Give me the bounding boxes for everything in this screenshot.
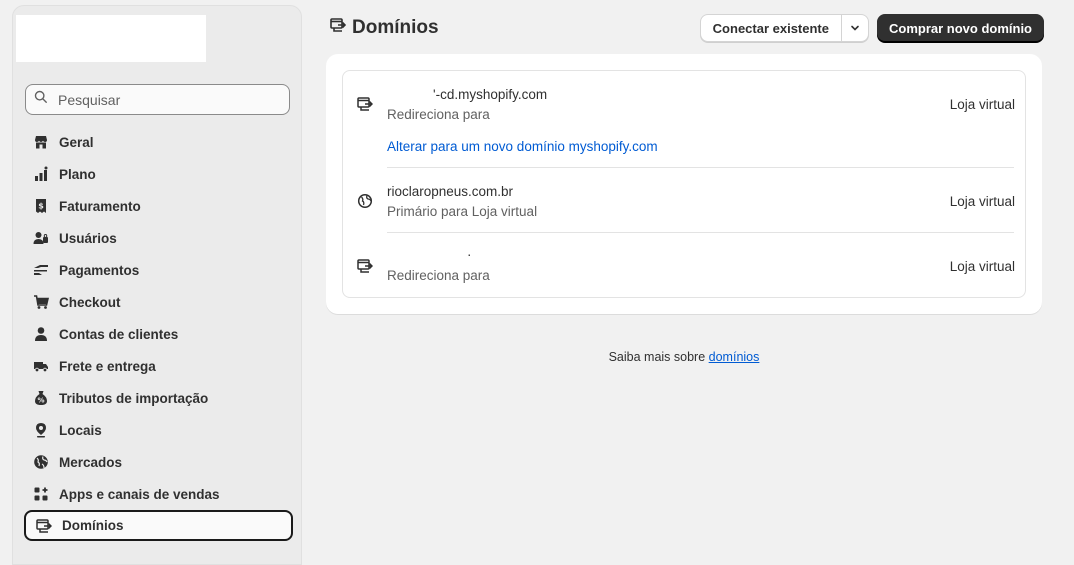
page-title: Domínios	[330, 17, 439, 39]
sidebar-item-apps-e-canais-de-vendas[interactable]: Apps e canais de vendas	[23, 478, 293, 510]
learn-more-note: Saiba mais sobre domínios	[326, 350, 1042, 364]
duties-icon: %	[33, 390, 49, 406]
domain-row[interactable]: '-cd.myshopify.com Redireciona para Loja…	[343, 71, 1027, 168]
chevron-down-icon	[851, 25, 859, 31]
domain-type: Loja virtual	[949, 97, 1015, 112]
search-icon	[34, 90, 48, 109]
domain-row[interactable]: · Redireciona para Loja virtual	[343, 233, 1027, 298]
svg-text:%: %	[37, 397, 44, 405]
domain-type: Loja virtual	[949, 194, 1015, 209]
connect-existing-button[interactable]: Conectar existente	[701, 15, 842, 41]
redirect-icon	[357, 96, 375, 114]
sidebar-item-faturamento[interactable]: $ Faturamento	[23, 190, 293, 222]
sidebar-item-label: Checkout	[59, 294, 121, 310]
store-logo	[16, 15, 206, 62]
change-myshopify-domain-link[interactable]: Alterar para um novo domínio myshopify.c…	[387, 139, 658, 154]
buy-new-domain-button[interactable]: Comprar novo domínio	[877, 14, 1044, 42]
settings-nav: Geral Plano $ Faturamento Usuários Pagam…	[23, 126, 293, 541]
sidebar-item-dominios[interactable]: Domínios	[24, 510, 293, 541]
learn-more-domains-link[interactable]: domínios	[709, 350, 760, 364]
domain-icon	[330, 17, 352, 39]
sidebar-item-label: Domínios	[62, 518, 124, 533]
location-icon	[33, 422, 49, 438]
truck-icon	[33, 358, 49, 374]
billing-icon: $	[33, 198, 49, 214]
sidebar-item-label: Locais	[59, 422, 102, 438]
apps-icon	[33, 486, 49, 502]
header-actions: Conectar existente Comprar novo domínio	[699, 14, 1044, 42]
connect-options-button[interactable]	[842, 15, 868, 41]
domain-name: '-cd.myshopify.com	[433, 87, 548, 102]
sidebar-item-label: Plano	[59, 166, 96, 182]
person-icon	[33, 326, 49, 342]
sidebar-item-label: Tributos de importação	[59, 390, 209, 406]
page-title-text: Domínios	[352, 17, 439, 38]
users-icon	[33, 230, 49, 246]
sidebar-item-label: Apps e canais de vendas	[59, 486, 220, 502]
sidebar-item-label: Faturamento	[59, 198, 141, 214]
sidebar-item-label: Frete e entrega	[59, 358, 156, 374]
page-header: Domínios Conectar existente Comprar novo…	[330, 14, 1044, 42]
connect-existing-button-group: Conectar existente	[699, 14, 869, 42]
domain-icon	[36, 518, 52, 534]
domain-subtitle: Redireciona para	[387, 268, 490, 283]
sidebar-item-tributos-de-importacao[interactable]: % Tributos de importação	[23, 382, 293, 414]
sidebar-item-frete-e-entrega[interactable]: Frete e entrega	[23, 350, 293, 382]
sidebar-item-plano[interactable]: Plano	[23, 158, 293, 190]
payments-icon	[33, 262, 49, 278]
sidebar-item-label: Usuários	[59, 230, 117, 246]
sidebar-item-locais[interactable]: Locais	[23, 414, 293, 446]
redirect-icon	[357, 258, 375, 276]
globe-icon	[357, 193, 375, 211]
domains-card: '-cd.myshopify.com Redireciona para Loja…	[326, 54, 1042, 314]
domain-subtitle: Primário para Loja virtual	[387, 204, 538, 219]
domain-row[interactable]: rioclaropneus.com.br Primário para Loja …	[343, 168, 1027, 233]
sidebar-item-contas-de-clientes[interactable]: Contas de clientes	[23, 318, 293, 350]
svg-text:$: $	[38, 202, 44, 211]
learn-more-text: Saiba mais sobre	[608, 350, 706, 364]
search-input[interactable]	[58, 91, 278, 108]
domain-name: rioclaropneus.com.br	[387, 184, 514, 199]
sidebar-item-checkout[interactable]: Checkout	[23, 286, 293, 318]
sidebar-item-pagamentos[interactable]: Pagamentos	[23, 254, 293, 286]
plan-icon	[33, 166, 49, 182]
domains-list: '-cd.myshopify.com Redireciona para Loja…	[342, 70, 1026, 298]
store-icon	[33, 134, 49, 150]
search-box[interactable]	[25, 84, 290, 115]
sidebar-item-label: Contas de clientes	[59, 326, 179, 342]
sidebar-item-label: Geral	[59, 134, 94, 150]
cart-icon	[33, 294, 49, 310]
globe-icon	[33, 454, 49, 470]
domain-name: ·	[467, 247, 472, 262]
sidebar-item-label: Mercados	[59, 454, 123, 470]
sidebar-item-mercados[interactable]: Mercados	[23, 446, 293, 478]
domain-subtitle: Redireciona para	[387, 107, 490, 122]
sidebar-item-usuarios[interactable]: Usuários	[23, 222, 293, 254]
sidebar-item-label: Pagamentos	[59, 262, 140, 278]
sidebar-item-geral[interactable]: Geral	[23, 126, 293, 158]
settings-sidebar: Geral Plano $ Faturamento Usuários Pagam…	[12, 5, 302, 565]
domain-type: Loja virtual	[949, 259, 1015, 274]
